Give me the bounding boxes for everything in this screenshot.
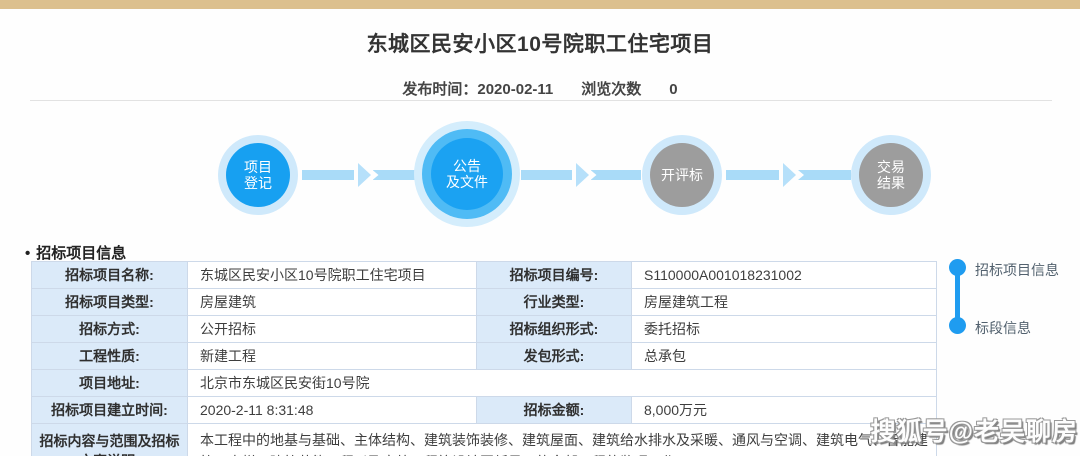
side-nav-dot-icon[interactable] [949,259,966,276]
arrow-head-icon [358,163,371,187]
table-row: 招标内容与范围及招标方案说明: 本工程中的地基与基础、主体结构、建筑装饰装修、建… [32,424,937,456]
page-title: 东城区民安小区10号院职工住宅项目 [0,28,1080,58]
info-label-cell: 工程性质: [32,343,188,370]
flow-step-transaction-result[interactable]: 交易 结果 [859,143,923,207]
arrow-bar [591,170,642,180]
publish-time-value: 2020-02-11 [477,81,553,98]
sohu-watermark: 搜狐号@老吴聊房 [871,412,1078,448]
info-label-cell: 招标项目编号: [477,262,632,289]
table-row: 招标项目建立时间: 2020-2-11 8:31:48 招标金额: 8,000万… [32,397,937,424]
flow-step-announcement-documents[interactable]: 公告 及文件 [431,138,503,210]
arrow-head-icon [576,163,589,187]
side-nav-item-bid-project-info[interactable]: 招标项目信息 [975,260,1059,280]
info-value-cell: 房屋建筑工程 [632,289,937,316]
side-nav-dot-icon[interactable] [949,317,966,334]
publish-time-label: 发布时间： [402,81,477,98]
table-row: 招标项目类型: 房屋建筑 行业类型: 房屋建筑工程 [32,289,937,316]
info-value-cell: 本工程中的地基与基础、主体结构、建筑装饰装修、建筑屋面、建筑给水排水及采暖、通风… [188,424,937,456]
table-row: 招标项目名称: 东城区民安小区10号院职工住宅项目 招标项目编号: S11000… [32,262,937,289]
info-label-cell: 招标金额: [477,397,632,424]
info-value-cell: 北京市东城区民安街10号院 [188,370,937,397]
info-value-cell: 2020-2-11 8:31:48 [188,397,477,424]
info-label-cell: 行业类型: [477,289,632,316]
side-nav-item-section-info[interactable]: 标段信息 [975,318,1031,338]
publish-meta-row: 发布时间：2020-02-11 浏览次数 0 [0,78,1080,99]
table-row: 工程性质: 新建工程 发包形式: 总承包 [32,343,937,370]
info-label-cell: 发包形式: [477,343,632,370]
flow-step-project-registration[interactable]: 项目 登记 [226,143,290,207]
bullet-icon: • [25,245,30,262]
arrow-bar [302,170,354,180]
header-divider [30,100,1052,101]
info-value-cell: 总承包 [632,343,937,370]
bid-project-info-table: 招标项目名称: 东城区民安小区10号院职工住宅项目 招标项目编号: S11000… [31,261,937,456]
section-title: 招标项目信息 [36,245,126,262]
views-label: 浏览次数 [581,81,641,98]
views-value: 0 [669,81,677,98]
arrow-bar [726,170,779,180]
flow-step-bid-opening-evaluation[interactable]: 开评标 [650,143,714,207]
info-label-cell: 招标项目类型: [32,289,188,316]
arrow-head-icon [783,163,796,187]
table-row: 招标方式: 公开招标 招标组织形式: 委托招标 [32,316,937,343]
info-label-cell: 招标项目建立时间: [32,397,188,424]
info-label-cell: 项目地址: [32,370,188,397]
flow-arrow-1 [302,163,424,187]
arrow-bar [521,170,572,180]
flow-arrow-3 [726,163,851,187]
info-value-cell: S110000A001018231002 [632,262,937,289]
info-value-cell: 公开招标 [188,316,477,343]
info-value-cell: 委托招标 [632,316,937,343]
arrow-bar [373,170,425,180]
section-header-bid-project-info: • 招标项目信息 [25,242,126,263]
top-gold-bar [0,0,1080,9]
info-value-cell: 房屋建筑 [188,289,477,316]
info-label-cell: 招标项目名称: [32,262,188,289]
info-label-cell: 招标组织形式: [477,316,632,343]
info-label-cell: 招标方式: [32,316,188,343]
table-row: 项目地址: 北京市东城区民安街10号院 [32,370,937,397]
info-label-cell: 招标内容与范围及招标方案说明: [32,424,188,456]
info-value-cell: 东城区民安小区10号院职工住宅项目 [188,262,477,289]
flow-arrow-2 [521,163,641,187]
arrow-bar [798,170,851,180]
page: 东城区民安小区10号院职工住宅项目 发布时间：2020-02-11 浏览次数 0 项… [0,0,1080,456]
info-value-cell: 新建工程 [188,343,477,370]
